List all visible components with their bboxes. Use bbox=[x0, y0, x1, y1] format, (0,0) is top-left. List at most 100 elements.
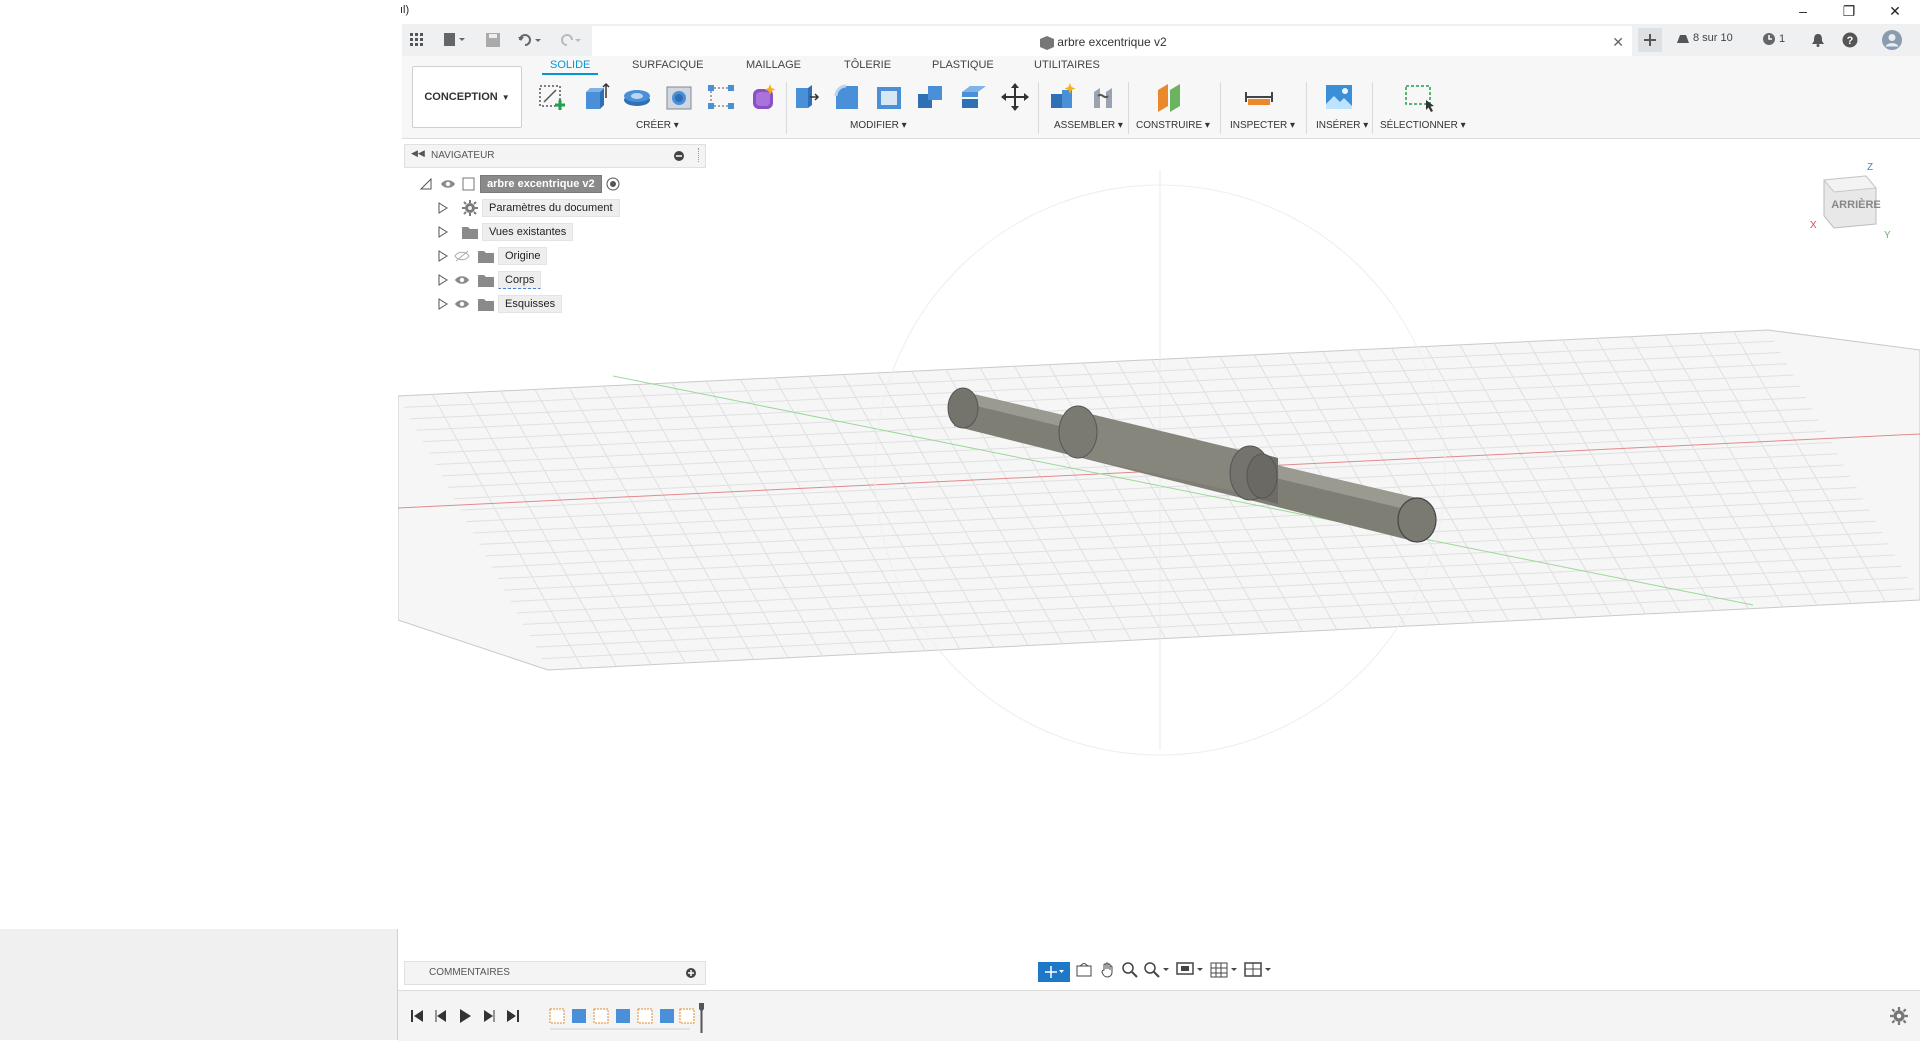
tab-maillage[interactable]: MAILLAGE bbox=[746, 59, 801, 71]
look-at-icon[interactable] bbox=[1076, 961, 1094, 982]
offset-face-button[interactable] bbox=[956, 80, 990, 114]
panel-grip-icon[interactable] bbox=[698, 148, 702, 162]
measure-button[interactable] bbox=[1242, 80, 1276, 114]
group-assemble-label[interactable]: ASSEMBLER ▾ bbox=[1054, 120, 1123, 131]
browser-root[interactable]: arbre excentrique v2 bbox=[420, 174, 620, 194]
zoom-icon[interactable] bbox=[1122, 961, 1138, 983]
view-cube[interactable]: ARRIÈRE Z X Y bbox=[1810, 158, 1894, 242]
timeline-extrude-icon[interactable] bbox=[572, 1009, 586, 1023]
play-icon[interactable] bbox=[456, 1007, 474, 1025]
tree-item-bodies[interactable]: Corps bbox=[438, 270, 542, 290]
step-forward-icon[interactable] bbox=[480, 1007, 498, 1025]
collapse-triangle-icon[interactable] bbox=[420, 178, 432, 190]
viewports-icon[interactable] bbox=[1244, 961, 1272, 983]
pattern-button[interactable] bbox=[704, 80, 738, 114]
minimize-icon[interactable]: – bbox=[1780, 0, 1826, 22]
group-insert-label[interactable]: INSÉRER ▾ bbox=[1316, 120, 1368, 131]
new-tab-icon[interactable] bbox=[1638, 28, 1662, 52]
extrude-button[interactable] bbox=[578, 80, 612, 114]
timeline-features[interactable] bbox=[546, 1003, 706, 1033]
select-button[interactable] bbox=[1402, 80, 1436, 114]
job-status[interactable]: 1 bbox=[1762, 32, 1785, 46]
tab-utilitaires[interactable]: UTILITAIRES bbox=[1034, 59, 1100, 71]
save-icon[interactable] bbox=[484, 28, 502, 52]
close-icon[interactable]: ✕ bbox=[1872, 0, 1918, 22]
orbit-tool-icon[interactable] bbox=[1038, 962, 1070, 982]
move-button[interactable] bbox=[998, 80, 1032, 114]
tree-item-origin[interactable]: Origine bbox=[438, 246, 548, 266]
comments-panel[interactable]: COMMENTAIRES bbox=[404, 961, 706, 985]
notifications-icon[interactable] bbox=[1808, 28, 1828, 52]
eye-icon[interactable] bbox=[440, 178, 456, 190]
redo-icon[interactable] bbox=[556, 28, 584, 52]
close-tab-icon[interactable]: ✕ bbox=[1612, 34, 1624, 51]
avatar[interactable] bbox=[1880, 28, 1904, 52]
version-status[interactable]: 8 sur 10 bbox=[1676, 32, 1733, 44]
shell-button[interactable] bbox=[872, 80, 906, 114]
joint-button[interactable] bbox=[1086, 80, 1120, 114]
group-modify-label[interactable]: MODIFIER ▾ bbox=[850, 120, 907, 131]
undo-icon[interactable] bbox=[516, 28, 544, 52]
browser-panel[interactable]: ◀◀ NAVIGATEUR bbox=[404, 144, 706, 168]
create-sketch-button[interactable] bbox=[536, 80, 570, 114]
timeline-sketch-icon[interactable] bbox=[549, 1008, 565, 1024]
group-construct-text: CONSTRUIRE bbox=[1136, 120, 1203, 131]
3d-viewport[interactable] bbox=[398, 140, 1920, 920]
timeline-marker[interactable] bbox=[699, 1003, 704, 1033]
workspace-switcher[interactable]: CONCEPTION ▼ bbox=[412, 66, 522, 128]
timeline-extrude-icon[interactable] bbox=[660, 1009, 674, 1023]
eye-hidden-icon[interactable] bbox=[454, 250, 470, 262]
timeline-sketch-icon[interactable] bbox=[679, 1008, 695, 1024]
document-tab[interactable]: arbre excentrique v2 ✕ bbox=[592, 26, 1632, 58]
timeline-extrude-icon[interactable] bbox=[616, 1009, 630, 1023]
create-form-button[interactable] bbox=[746, 80, 780, 114]
timeline-sketch-icon[interactable] bbox=[637, 1008, 653, 1024]
press-pull-button[interactable] bbox=[788, 80, 822, 114]
group-construct-label[interactable]: CONSTRUIRE ▾ bbox=[1136, 120, 1210, 131]
tree-item-document-settings[interactable]: Paramètres du document bbox=[438, 198, 620, 218]
group-create-text: CRÉER bbox=[636, 120, 672, 131]
revolve-button[interactable] bbox=[620, 80, 654, 114]
go-to-start-icon[interactable] bbox=[408, 1007, 426, 1025]
timeline-settings-gear-icon[interactable] bbox=[1890, 1007, 1908, 1030]
expand-triangle-icon[interactable] bbox=[438, 250, 448, 262]
tab-surfacique[interactable]: SURFACIQUE bbox=[632, 59, 704, 71]
expand-triangle-icon[interactable] bbox=[438, 274, 448, 286]
expand-triangle-icon[interactable] bbox=[438, 202, 448, 214]
combine-button[interactable] bbox=[914, 80, 948, 114]
eye-icon[interactable] bbox=[454, 298, 470, 310]
tree-item-label: Origine bbox=[498, 247, 548, 265]
apps-grid-icon[interactable] bbox=[408, 28, 426, 52]
timeline-sketch-icon[interactable] bbox=[593, 1008, 609, 1024]
help-icon[interactable]: ? bbox=[1840, 28, 1860, 52]
tab-tolerie[interactable]: TÔLERIE bbox=[844, 59, 891, 71]
go-to-end-icon[interactable] bbox=[504, 1007, 522, 1025]
expand-triangle-icon[interactable] bbox=[438, 226, 448, 238]
tab-plastique[interactable]: PLASTIQUE bbox=[932, 59, 994, 71]
eye-icon[interactable] bbox=[454, 274, 470, 286]
step-back-icon[interactable] bbox=[432, 1007, 450, 1025]
activate-radio-icon[interactable] bbox=[606, 177, 620, 191]
new-component-button[interactable] bbox=[1046, 80, 1080, 114]
restore-icon[interactable]: ❐ bbox=[1826, 0, 1872, 22]
collapse-panel-icon[interactable]: ◀◀ bbox=[411, 148, 425, 159]
display-settings-icon[interactable] bbox=[1176, 961, 1204, 983]
view-cube-face[interactable]: ARRIÈRE bbox=[1831, 198, 1881, 211]
hole-button[interactable] bbox=[662, 80, 696, 114]
group-inspect-label[interactable]: INSPECTER ▾ bbox=[1230, 120, 1295, 131]
insert-image-button[interactable] bbox=[1322, 80, 1356, 114]
tree-item-sketches[interactable]: Esquisses bbox=[438, 294, 563, 314]
add-comment-icon[interactable] bbox=[685, 966, 697, 984]
tree-item-named-views[interactable]: Vues existantes bbox=[438, 222, 574, 242]
group-select-label[interactable]: SÉLECTIONNER ▾ bbox=[1380, 120, 1466, 131]
group-create-label[interactable]: CRÉER ▾ bbox=[636, 120, 679, 131]
expand-triangle-icon[interactable] bbox=[438, 298, 448, 310]
zoom-window-icon[interactable] bbox=[1144, 961, 1170, 983]
offset-plane-button[interactable] bbox=[1152, 80, 1186, 114]
grid-settings-icon[interactable] bbox=[1210, 962, 1238, 983]
fillet-button[interactable] bbox=[830, 80, 864, 114]
panel-minimize-icon[interactable] bbox=[673, 149, 685, 167]
tab-solide[interactable]: SOLIDE bbox=[541, 59, 599, 75]
file-menu-icon[interactable] bbox=[440, 28, 468, 52]
pan-hand-icon[interactable] bbox=[1100, 962, 1116, 983]
